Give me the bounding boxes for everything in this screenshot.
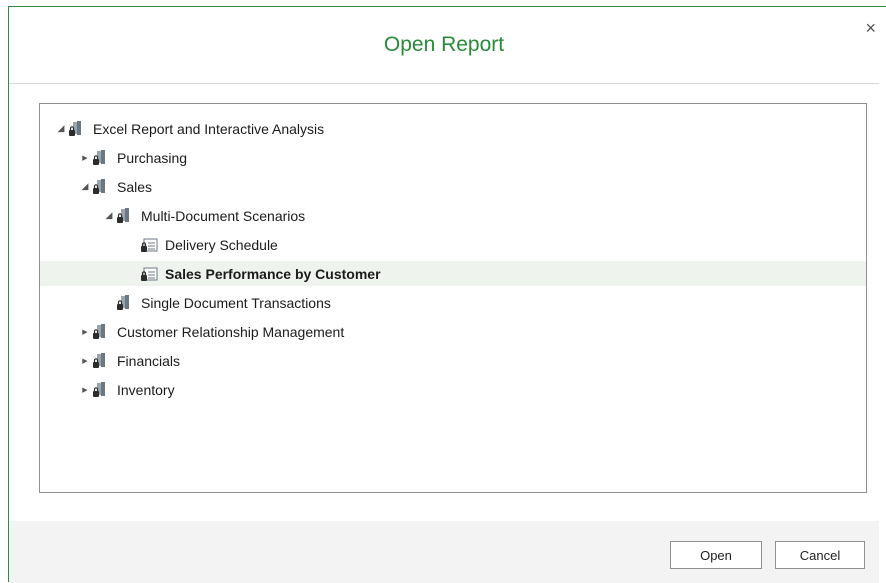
tree-item[interactable]: ▶ Financials bbox=[40, 348, 866, 373]
locked-report-icon bbox=[140, 236, 158, 254]
tree-item[interactable]: Sales Performance by Customer bbox=[40, 261, 866, 286]
no-arrow-spacer bbox=[104, 298, 114, 308]
open-button[interactable]: Open bbox=[670, 541, 762, 569]
dialog-title: Open Report bbox=[383, 33, 505, 56]
expanded-arrow-icon[interactable]: ◢ bbox=[56, 123, 66, 134]
tree-item[interactable]: ▶ Purchasing bbox=[40, 145, 866, 170]
open-report-dialog: Open Report × ◢ Excel Report and Interact… bbox=[8, 6, 886, 583]
tree-item-label: Inventory bbox=[117, 381, 175, 398]
tree-item[interactable]: ▶ Customer Relationship Management bbox=[40, 319, 866, 344]
tree-item-label: Sales Performance by Customer bbox=[165, 265, 381, 282]
tree-item-label: Excel Report and Interactive Analysis bbox=[93, 120, 325, 137]
tree-item-label: Customer Relationship Management bbox=[117, 323, 345, 340]
collapsed-arrow-icon[interactable]: ▶ bbox=[80, 356, 90, 366]
locked-folder-icon bbox=[92, 352, 110, 370]
close-icon[interactable]: × bbox=[865, 19, 876, 37]
expanded-arrow-icon[interactable]: ◢ bbox=[80, 181, 90, 192]
no-arrow-spacer bbox=[128, 240, 138, 250]
cancel-button[interactable]: Cancel bbox=[775, 541, 865, 569]
locked-report-icon bbox=[140, 265, 158, 283]
expanded-arrow-icon[interactable]: ◢ bbox=[104, 210, 114, 221]
tree-item[interactable]: ◢ Multi-Document Scenarios bbox=[40, 203, 866, 228]
no-arrow-spacer bbox=[128, 269, 138, 279]
collapsed-arrow-icon[interactable]: ▶ bbox=[80, 385, 90, 395]
locked-folder-icon bbox=[92, 323, 110, 341]
tree-item-label: Financials bbox=[117, 352, 181, 369]
tree-item[interactable]: ◢ Sales bbox=[40, 174, 866, 199]
tree-item-label: Purchasing bbox=[117, 149, 188, 166]
locked-folder-icon bbox=[116, 294, 134, 312]
dialog-footer: Open Cancel bbox=[9, 521, 879, 583]
report-tree[interactable]: ◢ Excel Report and Interactive Analysis ▶ P… bbox=[39, 103, 867, 493]
locked-folder-icon bbox=[92, 381, 110, 399]
tree-item[interactable]: ▶ Inventory bbox=[40, 377, 866, 402]
locked-folder-icon bbox=[68, 120, 86, 138]
tree-item-label: Single Document Transactions bbox=[141, 294, 331, 311]
collapsed-arrow-icon[interactable]: ▶ bbox=[80, 327, 90, 337]
locked-folder-icon bbox=[92, 149, 110, 167]
locked-folder-icon bbox=[116, 207, 134, 225]
tree-item-label: Sales bbox=[117, 178, 153, 195]
tree-item[interactable]: ◢ Excel Report and Interactive Analysis bbox=[40, 116, 866, 141]
tree-item[interactable]: Delivery Schedule bbox=[40, 232, 866, 257]
locked-folder-icon bbox=[92, 178, 110, 196]
tree-item-label: Multi-Document Scenarios bbox=[141, 207, 306, 224]
collapsed-arrow-icon[interactable]: ▶ bbox=[80, 153, 90, 163]
title-divider bbox=[9, 83, 879, 84]
tree-item-label: Delivery Schedule bbox=[165, 236, 278, 253]
tree-item[interactable]: Single Document Transactions bbox=[40, 290, 866, 315]
